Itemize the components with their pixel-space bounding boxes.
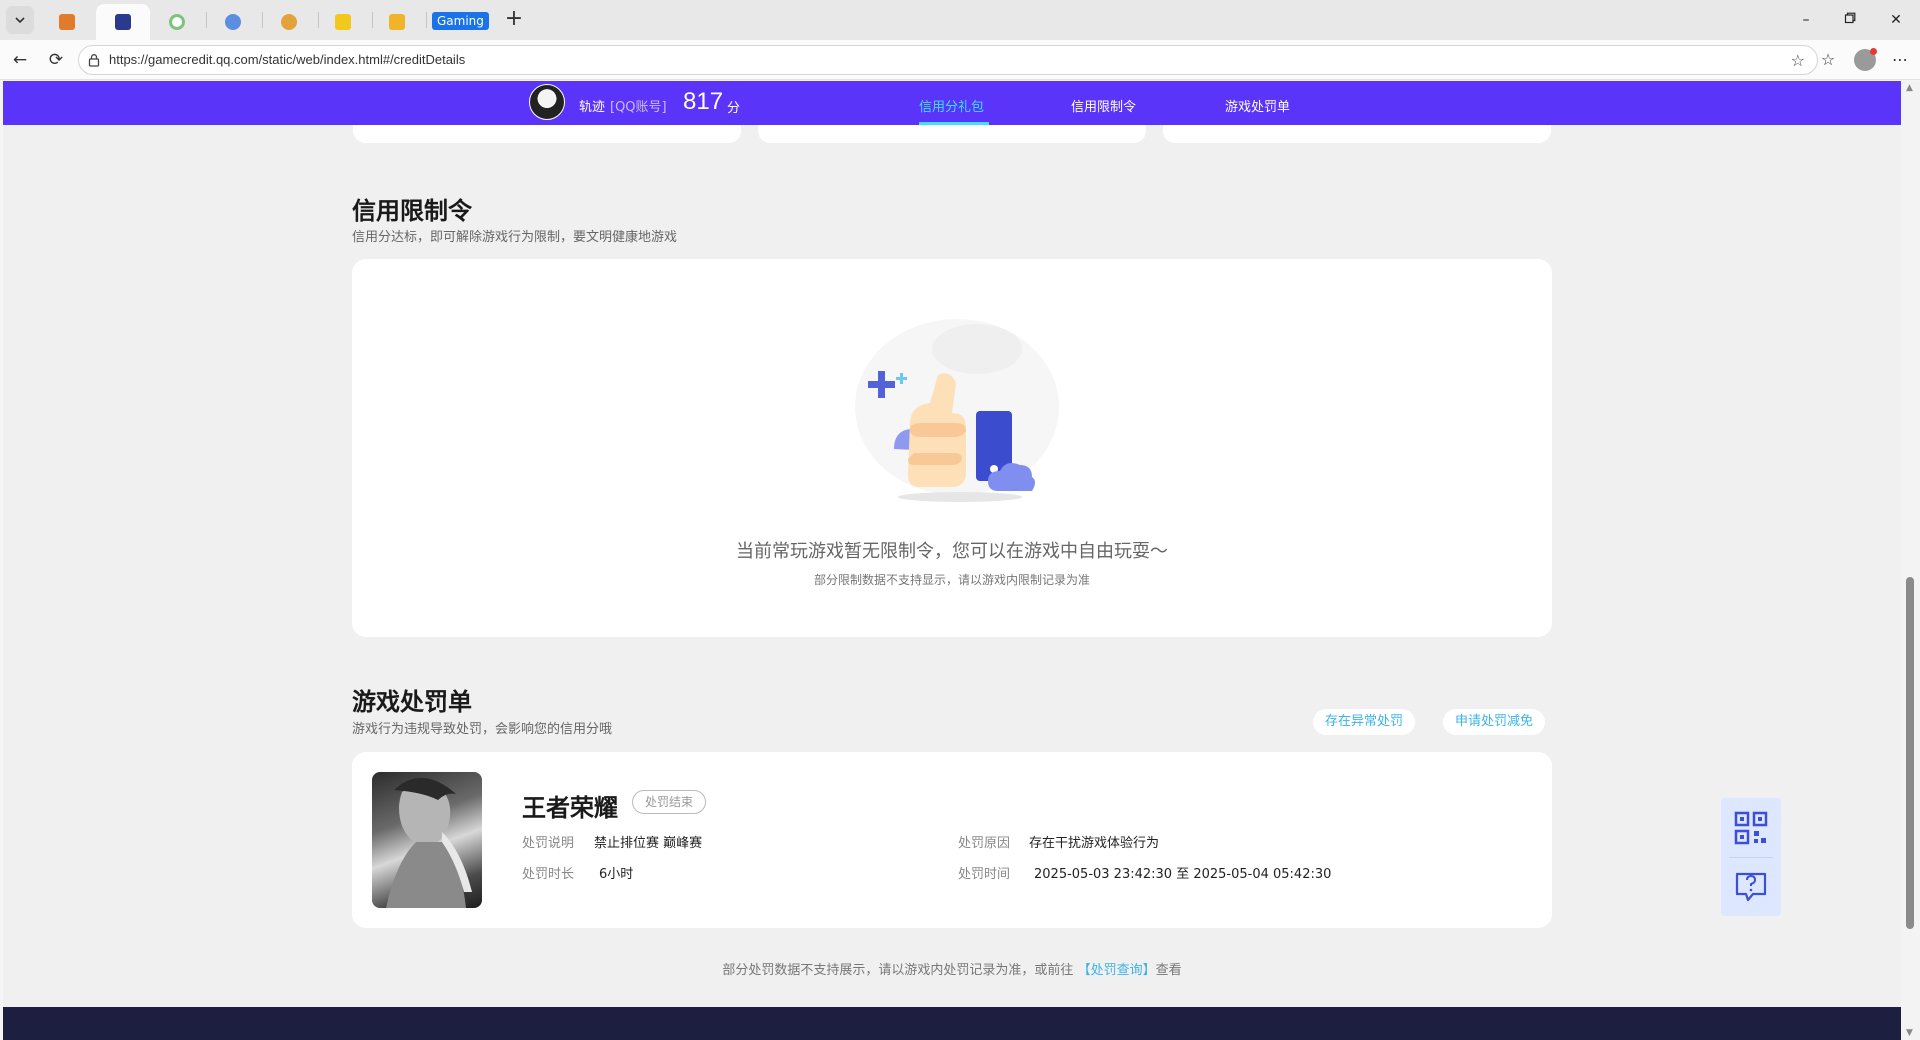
game-title: 王者荣耀 [522, 794, 618, 822]
feedback-button[interactable] [1721, 857, 1781, 916]
lock-icon [88, 54, 100, 67]
scroll-down-arrow-icon[interactable]: ▼ [1906, 1028, 1913, 1038]
browser-tab-bar: Gaming + – ✕ [0, 0, 1920, 40]
favorite-star-icon[interactable]: ☆ [1791, 51, 1805, 70]
qr-code-button[interactable] [1721, 798, 1781, 857]
scroll-up-arrow-icon[interactable]: ▲ [1906, 83, 1913, 93]
url-text: https://gamecredit.qq.com/static/web/ind… [109, 52, 466, 67]
hero-portrait-illustration [386, 777, 472, 908]
browser-tab-5[interactable] [262, 4, 316, 40]
penalty-duration-value: 6小时 [599, 867, 634, 882]
notification-dot [1870, 48, 1877, 55]
abnormal-penalty-button[interactable]: 存在异常处罚 [1313, 709, 1416, 735]
back-arrow-icon[interactable]: ← [8, 48, 32, 72]
penalty-query-link[interactable]: 【处罚查询】 [1078, 963, 1156, 978]
restore-icon[interactable] [1838, 8, 1862, 32]
footer-note: 部分处罚数据不支持展示，请以游戏内处罚记录为准，或前往 【处罚查询】查看 [3, 959, 1901, 978]
browser-tab-4[interactable] [206, 4, 260, 40]
browser-tab-1[interactable] [40, 4, 94, 40]
restore-window-icon [1844, 12, 1856, 24]
tab-credit-gift[interactable]: 信用分礼包 [919, 96, 984, 115]
tab-gaming[interactable]: Gaming [432, 12, 489, 30]
empty-state-note: 部分限制数据不支持显示，请以游戏内限制记录为准 [813, 573, 1090, 587]
penalty-reason-label: 处罚原因 [958, 836, 1011, 851]
avatar[interactable] [529, 84, 565, 120]
browser-tab-6[interactable] [316, 4, 370, 40]
page-viewport: 轨迹 [QQ账号] 817 分 信用分礼包 信用限制令 游戏处罚单 信用限制令 … [3, 81, 1901, 1040]
chevron-down-icon [15, 17, 25, 24]
footer-note-suffix: 查看 [1155, 963, 1182, 978]
scroll-thumb[interactable] [1906, 577, 1914, 929]
footer-note-text: 部分处罚数据不支持展示，请以游戏内处罚记录为准，或前往 [722, 963, 1074, 978]
empty-state-text: 当前常玩游戏暂无限制令，您可以在游戏中自由玩耍～ [736, 541, 1168, 562]
qr-code-icon [1734, 811, 1768, 844]
gift-favicon-icon [389, 14, 405, 30]
game-thumbnail [372, 772, 482, 908]
grid-favicon-icon [335, 14, 351, 30]
address-bar-row: ← ⟳ https://gamecredit.qq.com/static/web… [0, 40, 1920, 80]
more-menu-icon[interactable]: ⋯ [1888, 48, 1912, 72]
help-chat-icon [1735, 872, 1767, 901]
character-favicon-icon [281, 14, 297, 30]
gift-card-1 [353, 125, 741, 143]
apply-reduction-button[interactable]: 申请处罚减免 [1443, 709, 1546, 735]
penalty-section-title: 游戏处罚单 [352, 688, 472, 716]
restriction-section-subtitle: 信用分达标，即可解除游戏行为限制，要文明健康地游戏 [352, 230, 678, 245]
url-input[interactable]: https://gamecredit.qq.com/static/web/ind… [78, 45, 1818, 75]
shield-favicon-icon [115, 14, 131, 30]
penalty-desc-value: 禁止排位赛 巅峰赛 [594, 836, 703, 851]
credit-score: 817 [683, 88, 724, 115]
tab-separator [426, 12, 427, 28]
minimize-icon[interactable]: – [1794, 8, 1818, 32]
restriction-section-title: 信用限制令 [352, 197, 472, 225]
penalty-duration-label: 处罚时长 [522, 867, 575, 882]
penalty-section-subtitle: 游戏行为违规导致处罚，会影响您的信用分哦 [352, 722, 613, 737]
floating-tool-panel [1721, 798, 1781, 916]
account-type: [QQ账号] [610, 100, 667, 115]
new-tab-plus-icon[interactable]: + [502, 8, 526, 32]
tab-game-penalty[interactable]: 游戏处罚单 [1225, 96, 1290, 115]
top-nav: 轨迹 [QQ账号] 817 分 信用分礼包 信用限制令 游戏处罚单 [3, 81, 1901, 125]
status-badge: 处罚结束 [632, 790, 707, 814]
browser-tab-3[interactable] [150, 4, 204, 40]
game-favicon-icon [59, 14, 75, 30]
circle-favicon-icon [169, 14, 185, 30]
penalty-card: 王者荣耀 处罚结束 处罚说明 禁止排位赛 巅峰赛 处罚时长 6小时 处罚原因 存… [352, 752, 1552, 928]
browser-tab-7[interactable] [370, 4, 424, 40]
refresh-icon[interactable]: ⟳ [44, 48, 68, 72]
restriction-card: 当前常玩游戏暂无限制令，您可以在游戏中自由玩耍～ 部分限制数据不支持显示，请以游… [352, 259, 1552, 637]
credit-score-unit: 分 [727, 101, 741, 116]
page-footer-bar [3, 1007, 1901, 1040]
close-window-icon[interactable]: ✕ [1884, 8, 1908, 32]
favorites-list-icon[interactable]: ☆ [1816, 48, 1840, 72]
penalty-time-label: 处罚时间 [958, 867, 1011, 882]
gift-card-2 [758, 125, 1146, 143]
user-name: 轨迹 [579, 100, 606, 115]
browser-tab-active[interactable] [96, 4, 150, 40]
thumbs-up-illustration [855, 319, 1059, 502]
penalty-time-value: 2025-05-03 23:42:30 至 2025-05-04 05:42:3… [1034, 867, 1332, 882]
shield-blue-favicon-icon [225, 14, 241, 30]
penalty-desc-label: 处罚说明 [522, 836, 575, 851]
tab-list-button[interactable] [6, 6, 34, 34]
tab-credit-restriction[interactable]: 信用限制令 [1071, 96, 1136, 115]
penalty-reason-value: 存在干扰游戏体验行为 [1029, 836, 1160, 851]
gift-card-3 [1163, 125, 1551, 143]
page-scrollbar[interactable]: ▲ ▼ [1901, 81, 1920, 1040]
